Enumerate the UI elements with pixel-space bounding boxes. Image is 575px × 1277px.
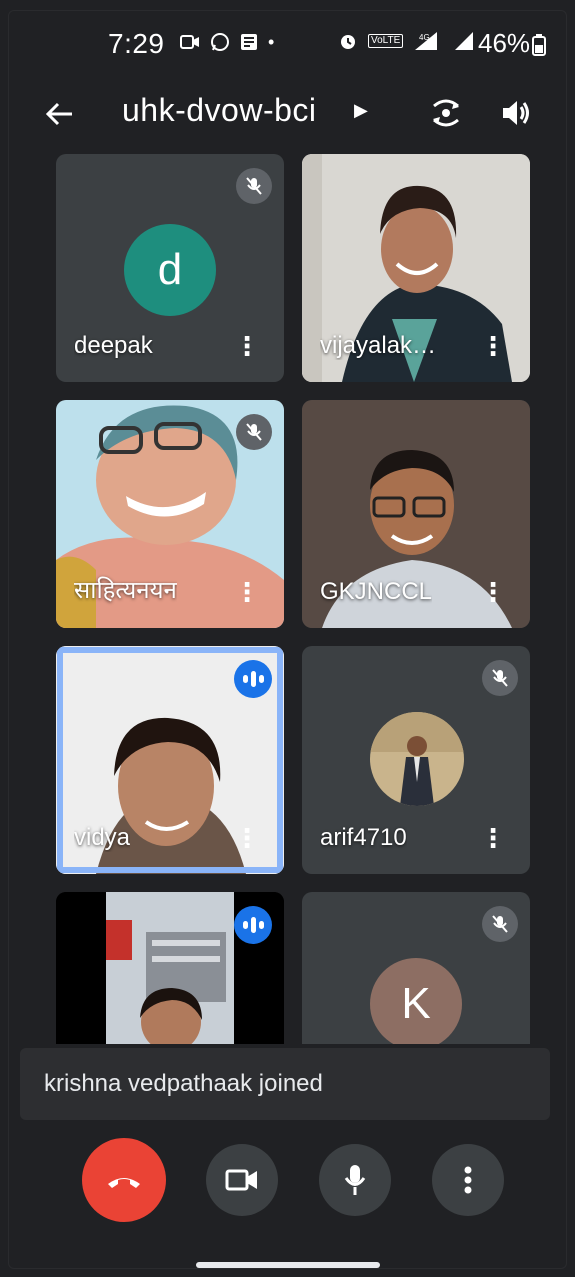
speaker-icon[interactable]: [500, 98, 532, 128]
meeting-code[interactable]: uhk-dvow-bci: [122, 92, 317, 129]
participant-tile-vidya[interactable]: vidya ⋮: [56, 646, 284, 874]
participant-name: साहित्यनयन: [74, 577, 177, 604]
more-vert-icon: [464, 1166, 472, 1194]
more-vert-icon[interactable]: ⋮: [480, 577, 506, 608]
end-call-icon: [108, 1178, 140, 1188]
participant-tile-vijayalak[interactable]: vijayalak… ⋮: [302, 154, 530, 382]
end-call-button[interactable]: [82, 1138, 166, 1222]
mic-off-icon: [236, 168, 272, 204]
video-camera-icon: [225, 1169, 257, 1191]
volte-badge: VoLTE: [368, 34, 404, 48]
microphone-button[interactable]: [319, 1144, 391, 1216]
speaking-indicator-icon: [234, 906, 272, 944]
video-notification-icon: [180, 35, 199, 49]
camera-button[interactable]: [206, 1144, 278, 1216]
microphone-icon: [344, 1165, 366, 1195]
more-vert-icon[interactable]: ⋮: [234, 577, 260, 608]
more-vert-icon[interactable]: ⋮: [234, 823, 260, 854]
participant-name: arif4710: [320, 824, 407, 851]
alarm-icon: [341, 35, 355, 49]
status-bar: 7:29 • VoLTE 4G 46%: [0, 28, 575, 64]
battery-icon: [532, 34, 546, 56]
more-vert-icon[interactable]: ⋮: [480, 823, 506, 854]
mic-off-icon: [482, 906, 518, 942]
more-options-button[interactable]: [432, 1144, 504, 1216]
mic-off-icon: [482, 660, 518, 696]
dot-icon: •: [268, 32, 275, 52]
participant-name: vijayalak…: [320, 332, 437, 359]
speaking-indicator-icon: [234, 660, 272, 698]
caret-right-icon[interactable]: ▶: [354, 100, 368, 121]
participant-tile-deepak[interactable]: d deepak ⋮: [56, 154, 284, 382]
participant-tile-sahityanayan[interactable]: साहित्यनयन ⋮: [56, 400, 284, 628]
avatar: [370, 712, 464, 806]
join-notification-text: krishna vedpathaak joined: [44, 1070, 323, 1097]
mic-off-icon: [236, 414, 272, 450]
join-notification: krishna vedpathaak joined: [20, 1048, 550, 1120]
more-vert-icon[interactable]: ⋮: [480, 331, 506, 362]
status-time: 7:29: [108, 28, 165, 59]
more-vert-icon[interactable]: ⋮: [234, 331, 260, 362]
participant-name: GKJNCCL: [320, 578, 433, 605]
battery-percent: 46%: [478, 28, 531, 58]
signal-4g-icon: 4G: [415, 32, 438, 50]
participant-tile-k[interactable]: K: [302, 892, 530, 1044]
participant-name: deepak: [74, 332, 153, 359]
avatar: d: [124, 224, 216, 316]
back-arrow-icon[interactable]: [44, 98, 76, 130]
news-icon: [241, 34, 257, 50]
home-indicator[interactable]: [196, 1262, 380, 1268]
participant-tile-arif4710[interactable]: arif4710 ⋮: [302, 646, 530, 874]
participant-name: vidya: [74, 824, 131, 851]
participant-tile-gkjnccl[interactable]: GKJNCCL ⋮: [302, 400, 530, 628]
signal-4g-label: 4G: [419, 33, 430, 42]
participant-tile-7[interactable]: [56, 892, 284, 1044]
signal-icon: [455, 32, 474, 50]
meeting-header: uhk-dvow-bci ▶: [0, 86, 575, 142]
whatsapp-icon: [211, 33, 229, 51]
switch-camera-icon[interactable]: [428, 96, 464, 130]
avatar: K: [370, 958, 462, 1044]
